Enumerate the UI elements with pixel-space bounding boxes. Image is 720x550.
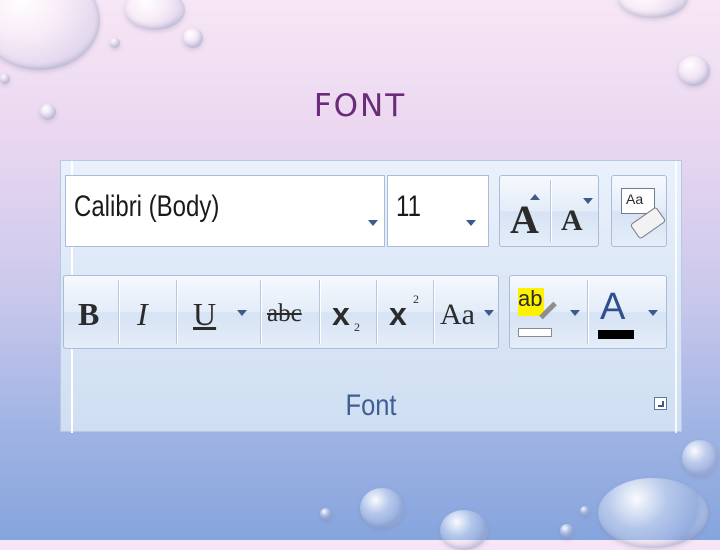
bubble-decoration bbox=[618, 0, 688, 18]
bubble-decoration bbox=[682, 440, 718, 476]
text-format-buttons-group: B I U abc x 2 x 2 Aa bbox=[63, 275, 499, 349]
chevron-down-icon[interactable] bbox=[237, 310, 247, 316]
bubble-decoration bbox=[110, 38, 120, 48]
font-name-combobox[interactable]: Calibri (Body) bbox=[65, 175, 385, 247]
font-size-value: 11 bbox=[396, 190, 421, 223]
highlight-color-button[interactable]: ab bbox=[510, 276, 586, 348]
bubble-decoration bbox=[0, 74, 10, 84]
superscript-digit: 2 bbox=[413, 292, 419, 306]
font-color-swatch bbox=[598, 330, 634, 339]
chevron-down-icon[interactable] bbox=[484, 310, 494, 316]
ribbon-edge-line bbox=[675, 161, 677, 433]
highlight-color-swatch bbox=[518, 328, 552, 337]
italic-icon: I bbox=[137, 296, 148, 332]
highlight-icon-text: ab bbox=[518, 286, 543, 311]
shrink-font-button[interactable]: A bbox=[551, 176, 600, 246]
bubble-decoration bbox=[183, 28, 203, 48]
bubble-decoration bbox=[598, 478, 708, 548]
underline-button[interactable]: U bbox=[177, 276, 259, 348]
bold-icon: B bbox=[78, 296, 100, 332]
subscript-button[interactable]: x 2 bbox=[320, 276, 376, 348]
font-color-icon: A bbox=[600, 286, 626, 328]
chevron-down-icon[interactable] bbox=[368, 220, 378, 226]
bubble-decoration bbox=[580, 506, 590, 516]
font-color-button[interactable]: A bbox=[588, 276, 668, 348]
shrink-font-icon: A bbox=[561, 204, 583, 237]
subscript-digit: 2 bbox=[354, 320, 360, 334]
superscript-icon: x bbox=[389, 296, 407, 332]
font-size-buttons-group: A A bbox=[499, 175, 599, 247]
grow-font-button[interactable]: A bbox=[500, 176, 550, 246]
slide-title: FONT bbox=[313, 88, 407, 124]
bubble-decoration bbox=[0, 0, 100, 70]
chevron-down-icon[interactable] bbox=[570, 310, 580, 316]
clear-formatting-button[interactable]: Aa bbox=[611, 175, 667, 247]
subscript-icon: x bbox=[332, 296, 350, 332]
dialog-launcher-icon[interactable] bbox=[654, 397, 667, 410]
bubble-decoration bbox=[678, 56, 710, 86]
font-ribbon-group: Calibri (Body) 11 A A Aa B I U abc x 2 x… bbox=[60, 160, 682, 433]
bubble-decoration bbox=[560, 524, 574, 538]
font-size-combobox[interactable]: 11 bbox=[387, 175, 489, 247]
caret-down-icon bbox=[583, 198, 593, 204]
chevron-down-icon[interactable] bbox=[466, 220, 476, 226]
bubble-decoration bbox=[440, 510, 488, 550]
change-case-button[interactable]: Aa bbox=[434, 276, 500, 348]
bubble-decoration bbox=[320, 508, 332, 520]
underline-icon: U bbox=[193, 296, 217, 332]
bubble-decoration bbox=[360, 488, 404, 528]
color-buttons-group: ab A bbox=[509, 275, 667, 349]
font-name-value: Calibri (Body) bbox=[74, 190, 220, 223]
font-group-label: Font bbox=[345, 389, 397, 422]
chevron-down-icon[interactable] bbox=[648, 310, 658, 316]
change-case-icon: Aa bbox=[440, 298, 475, 331]
bubble-decoration bbox=[125, 0, 185, 30]
bold-button[interactable]: B bbox=[64, 276, 118, 348]
caret-up-icon bbox=[530, 194, 540, 200]
grow-font-icon: A bbox=[510, 197, 539, 242]
strikethrough-button[interactable]: abc bbox=[261, 276, 319, 348]
italic-button[interactable]: I bbox=[119, 276, 175, 348]
superscript-button[interactable]: x 2 bbox=[377, 276, 433, 348]
strikethrough-icon: abc bbox=[267, 300, 302, 327]
